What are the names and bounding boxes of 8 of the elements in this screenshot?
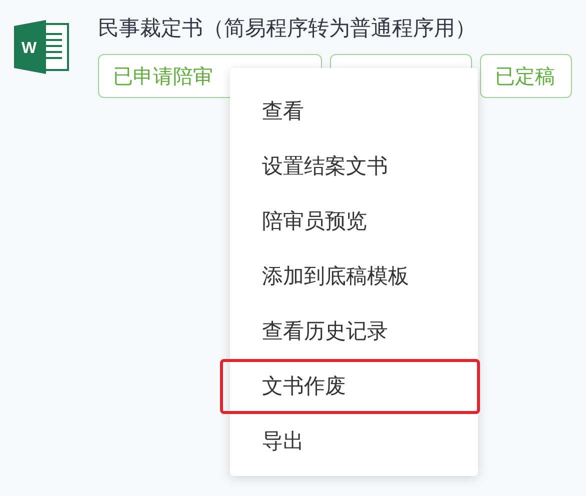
menu-item[interactable]: 陪审员预览: [230, 194, 478, 249]
menu-item[interactable]: 文书作废: [220, 359, 480, 414]
menu-item[interactable]: 添加到底稿模板: [230, 249, 478, 304]
menu-item[interactable]: 设置结案文书: [230, 139, 478, 194]
menu-item[interactable]: 查看历史记录: [230, 304, 478, 359]
status-tag: 已定稿: [480, 54, 572, 98]
document-title: 民事裁定书（简易程序转为普通程序用）: [98, 15, 477, 42]
menu-item[interactable]: 导出: [230, 414, 478, 469]
